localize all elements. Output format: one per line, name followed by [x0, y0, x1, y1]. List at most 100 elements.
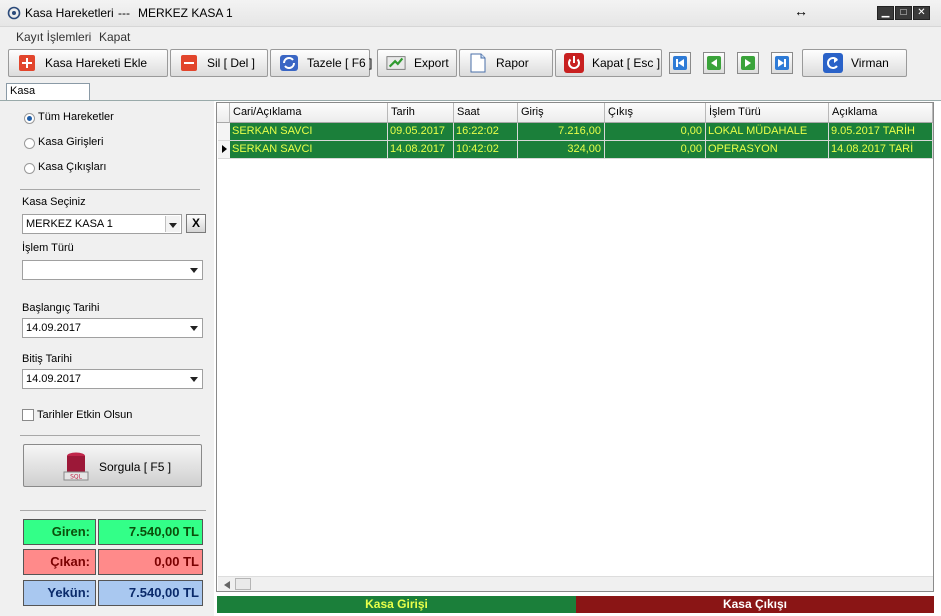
- first-record-button[interactable]: [669, 52, 691, 74]
- menu-bar: Kayıt İşlemleri Kapat: [0, 27, 941, 47]
- radio-tum-hareketler[interactable]: [24, 113, 35, 124]
- radio-kasa-cikislari-label: Kasa Çıkışları: [38, 161, 107, 173]
- query-button[interactable]: SQL Sorgula [ F5 ]: [23, 444, 202, 487]
- table-cell[interactable]: 324,00: [518, 141, 605, 159]
- radio-kasa-girisleri[interactable]: [24, 138, 35, 149]
- delete-button[interactable]: Sil [ Del ]: [170, 49, 268, 77]
- query-button-label: Sorgula [ F5 ]: [99, 460, 172, 474]
- report-label: Rapor: [496, 56, 529, 70]
- window-title: Kasa Hareketleri: [25, 6, 114, 20]
- dates-enabled-label: Tarihler Etkin Olsun: [37, 409, 133, 421]
- kapat-button[interactable]: Kapat [ Esc ]: [555, 49, 662, 77]
- col-header-tarih[interactable]: Tarih: [388, 103, 454, 123]
- menu-kapat[interactable]: Kapat: [99, 30, 130, 44]
- total-balance-label: Yekün:: [23, 580, 96, 606]
- radio-kasa-girisleri-label: Kasa Girişleri: [38, 136, 104, 148]
- chevron-down-icon: [190, 377, 198, 382]
- radio-kasa-cikislari[interactable]: [24, 163, 35, 174]
- table-cell[interactable]: LOKAL MÜDAHALE: [706, 123, 829, 141]
- chevron-down-icon: [169, 223, 177, 228]
- col-header-aciklama[interactable]: Açıklama: [829, 103, 933, 123]
- add-kasa-hareketi-button[interactable]: Kasa Hareketi Ekle: [8, 49, 168, 77]
- table-cell[interactable]: 14.08.2017 TARİ: [829, 141, 933, 159]
- table-cell[interactable]: SERKAN SAVCI: [230, 123, 388, 141]
- legend-kasa-cikisi: Kasa Çıkışı: [576, 596, 934, 613]
- col-header-islem-turu[interactable]: İşlem Türü: [706, 103, 829, 123]
- table-cell[interactable]: OPERASYON: [706, 141, 829, 159]
- total-balance-value: 7.540,00 TL: [98, 580, 203, 606]
- export-button[interactable]: Export: [377, 49, 457, 77]
- divider: [20, 435, 200, 436]
- title-bar: Kasa Hareketleri --- MERKEZ KASA 1 ↔ ▁ □…: [0, 0, 941, 27]
- start-date-value: 14.09.2017: [26, 322, 82, 334]
- col-header-cikis[interactable]: Çıkış: [605, 103, 706, 123]
- table-cell[interactable]: SERKAN SAVCI: [230, 141, 388, 159]
- report-button[interactable]: Rapor: [459, 49, 553, 77]
- kasa-select-value: MERKEZ KASA 1: [26, 218, 113, 230]
- movements-grid[interactable]: Cari/Açıklama Tarih Saat Giriş Çıkış İşl…: [216, 102, 934, 592]
- table-cell[interactable]: 7.216,00: [518, 123, 605, 141]
- kasa-select[interactable]: MERKEZ KASA 1: [22, 214, 182, 234]
- redo-icon: [823, 53, 843, 73]
- legend-kasa-girisi: Kasa Girişi: [217, 596, 576, 613]
- next-record-icon: [741, 56, 755, 70]
- last-record-icon: [775, 56, 789, 70]
- total-out-value: 0,00 TL: [98, 549, 203, 575]
- virman-button[interactable]: Virman: [802, 49, 907, 77]
- col-header-cari[interactable]: Cari/Açıklama: [230, 103, 388, 123]
- table-cell[interactable]: 10:42:02: [454, 141, 518, 159]
- toolbar: Kasa Hareketi Ekle Sil [ Del ] Tazele [ …: [0, 47, 941, 81]
- minus-icon: [179, 53, 199, 73]
- previous-record-icon: [707, 56, 721, 70]
- total-in-value: 7.540,00 TL: [98, 519, 203, 545]
- kasa-select-label: Kasa Seçiniz: [22, 196, 86, 208]
- database-icon: SQL: [63, 452, 89, 481]
- col-header-saat[interactable]: Saat: [454, 103, 518, 123]
- window-title-kasa: MERKEZ KASA 1: [138, 6, 233, 20]
- islem-turu-label: İşlem Türü: [22, 242, 74, 254]
- window-title-separator: ---: [118, 6, 130, 20]
- power-icon: [564, 53, 584, 73]
- total-in-label: Giren:: [23, 519, 96, 545]
- refresh-button[interactable]: Tazele [ F6 ]: [270, 49, 373, 77]
- delete-label: Sil [ Del ]: [207, 56, 256, 70]
- kasa-dropdown-button[interactable]: [165, 216, 180, 232]
- dates-enabled-checkbox[interactable]: [22, 409, 34, 421]
- islem-turu-select[interactable]: [22, 260, 203, 280]
- end-date-picker[interactable]: 14.09.2017: [22, 369, 203, 389]
- menu-kayit-islemleri[interactable]: Kayıt İşlemleri: [16, 30, 91, 44]
- clear-kasa-button[interactable]: X: [186, 214, 206, 233]
- resize-icon[interactable]: ↔: [794, 3, 808, 19]
- horizontal-scrollbar[interactable]: [218, 576, 933, 591]
- virman-label: Virman: [851, 56, 889, 70]
- first-record-icon: [673, 56, 687, 70]
- table-cell[interactable]: 09.05.2017: [388, 123, 454, 141]
- radio-tum-hareketler-label: Tüm Hareketler: [38, 111, 114, 123]
- refresh-label: Tazele [ F6 ]: [307, 56, 373, 70]
- previous-record-button[interactable]: [703, 52, 725, 74]
- maximize-icon: □: [900, 7, 907, 18]
- table-cell[interactable]: 9.05.2017 TARİH: [829, 123, 933, 141]
- col-header-giris[interactable]: Giriş: [518, 103, 605, 123]
- chevron-down-icon: [190, 268, 198, 273]
- total-out-label: Çıkan:: [23, 549, 96, 575]
- maximize-button[interactable]: □: [895, 6, 912, 20]
- close-button[interactable]: ✕: [913, 6, 930, 20]
- tab-kasa-hareketleri[interactable]: Kasa Hareketleri: [6, 83, 90, 112]
- grid-corner: [217, 103, 230, 123]
- minimize-icon: ▁: [881, 7, 890, 18]
- horizontal-scroll-thumb[interactable]: [235, 578, 251, 590]
- query-icon-text: SQL: [70, 474, 83, 481]
- table-cell[interactable]: 14.08.2017: [388, 141, 454, 159]
- last-record-button[interactable]: [771, 52, 793, 74]
- divider: [20, 189, 200, 190]
- table-cell[interactable]: 0,00: [605, 141, 706, 159]
- table-cell[interactable]: 16:22:02: [454, 123, 518, 141]
- next-record-button[interactable]: [737, 52, 759, 74]
- chevron-left-icon[interactable]: [224, 581, 230, 589]
- close-icon: ✕: [917, 7, 926, 18]
- table-cell[interactable]: 0,00: [605, 123, 706, 141]
- start-date-picker[interactable]: 14.09.2017: [22, 318, 203, 338]
- divider: [20, 510, 206, 511]
- minimize-button[interactable]: ▁: [877, 6, 894, 20]
